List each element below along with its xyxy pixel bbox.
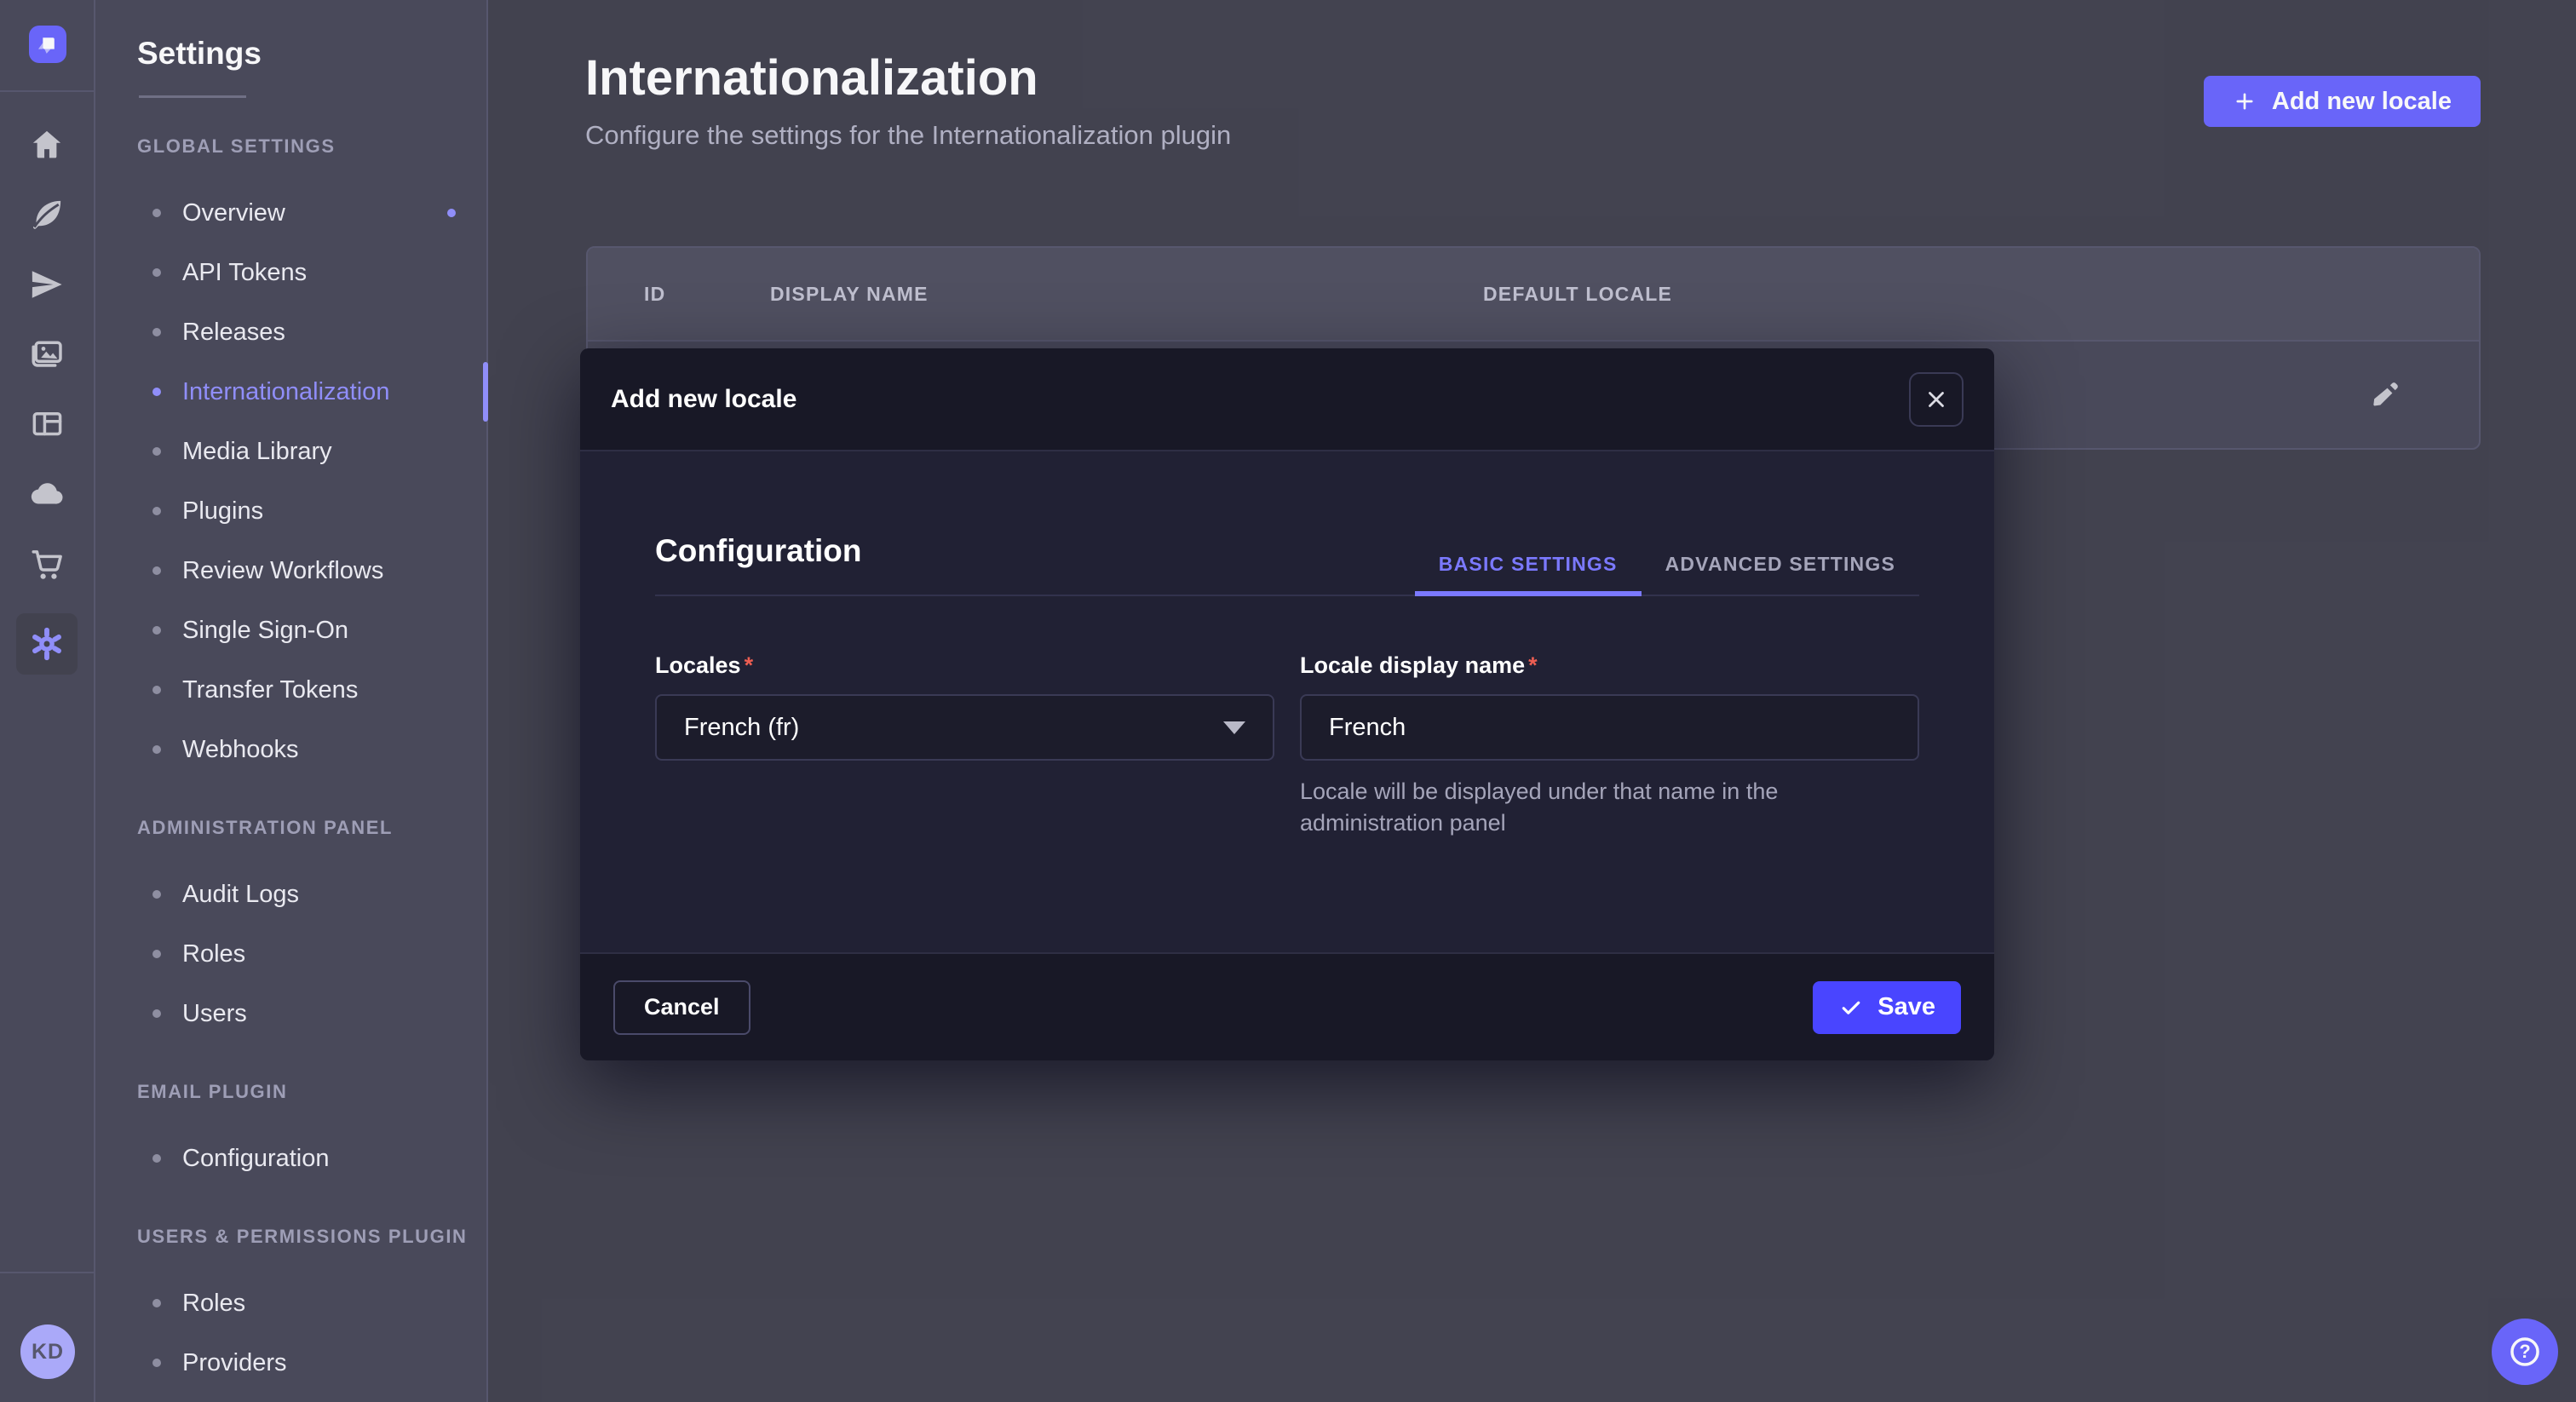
save-label: Save [1877, 993, 1935, 1021]
modal-header: Add new locale [580, 348, 1994, 451]
required-asterisk: * [745, 652, 754, 678]
locales-label: Locales* [655, 652, 1274, 679]
display-name-field-group: Locale display name* Locale will be disp… [1300, 652, 1919, 839]
settings-tabs: BASIC SETTINGS ADVANCED SETTINGS [1415, 553, 1919, 595]
tab-advanced-settings[interactable]: ADVANCED SETTINGS [1642, 553, 1919, 596]
modal-body: Configuration BASIC SETTINGS ADVANCED SE… [580, 451, 1994, 952]
save-button[interactable]: Save [1813, 981, 1961, 1034]
display-name-input[interactable] [1300, 694, 1919, 761]
locales-label-text: Locales [655, 652, 741, 678]
close-modal-button[interactable] [1909, 372, 1964, 427]
locale-form: Locales* French (fr) Locale display name… [655, 652, 1919, 839]
display-name-label: Locale display name* [1300, 652, 1919, 679]
check-icon [1838, 995, 1864, 1020]
tab-basic-settings[interactable]: BASIC SETTINGS [1415, 553, 1642, 596]
configuration-title: Configuration [655, 533, 862, 595]
required-asterisk: * [1528, 652, 1538, 678]
display-name-helper-text: Locale will be displayed under that name… [1300, 776, 1919, 839]
locales-select[interactable]: French (fr) [655, 694, 1274, 761]
modal-title: Add new locale [611, 385, 796, 414]
add-new-locale-modal: Add new locale Configuration BASIC SETTI… [580, 348, 1994, 1060]
chevron-down-icon [1223, 721, 1245, 734]
locales-field-group: Locales* French (fr) [655, 652, 1274, 839]
modal-footer: Cancel Save [580, 952, 1994, 1060]
configuration-section-header: Configuration BASIC SETTINGS ADVANCED SE… [655, 533, 1919, 596]
display-name-label-text: Locale display name [1300, 652, 1525, 678]
cancel-button[interactable]: Cancel [613, 980, 750, 1035]
close-icon [1923, 387, 1949, 412]
locales-select-value: French (fr) [684, 714, 799, 742]
